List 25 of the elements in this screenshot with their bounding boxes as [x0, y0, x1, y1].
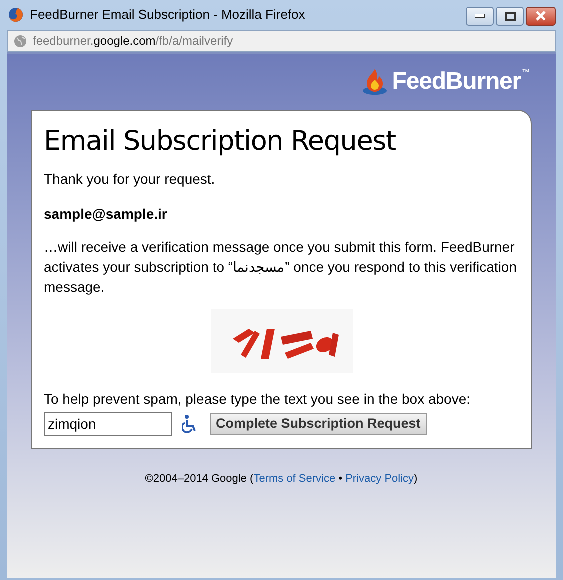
browser-logo-icon — [8, 7, 24, 23]
close-button[interactable] — [526, 6, 556, 26]
logo-text: FeedBurner — [392, 67, 521, 97]
thanks-text: Thank you for your request. — [44, 170, 216, 189]
captcha-prompt: To help prevent spam, please type the text you see in the box above: — [44, 390, 472, 409]
email-address: sample@sample.ir — [44, 204, 168, 224]
address-bar[interactable]: feedburner.google.com/fb/a/mailverify — [7, 30, 556, 52]
submit-button[interactable]: Complete Subscription Request — [210, 412, 427, 435]
minimize-icon — [475, 14, 485, 18]
url-text: feedburner.google.com/fb/a/mailverify — [33, 33, 234, 50]
captcha-input[interactable]: zimqion — [44, 412, 172, 436]
page-heading: Email Subscription Request — [44, 125, 397, 159]
message-text: …will receive a verification message once you submit this form. FeedBurner activates your subscription to “مسجدنما” once you respond to this verification message. — [44, 238, 518, 297]
window-title: FeedBurner Email Subscription - Mozilla Firefox — [30, 6, 306, 24]
trademark-mark: ™ — [522, 68, 530, 78]
globe-icon — [14, 34, 27, 48]
maximize-icon — [504, 12, 516, 20]
footer-text: ©2004–2014 Google (Terms of Service • Privacy Policy) — [144, 472, 419, 487]
minimize-button[interactable] — [466, 6, 494, 26]
flame-icon — [362, 68, 388, 96]
privacy-link[interactable]: Privacy Policy — [346, 472, 414, 485]
maximize-button[interactable] — [496, 6, 524, 26]
close-icon — [535, 11, 547, 21]
wheelchair-icon[interactable] — [182, 414, 198, 433]
terms-link[interactable]: Terms of Service — [254, 472, 336, 485]
